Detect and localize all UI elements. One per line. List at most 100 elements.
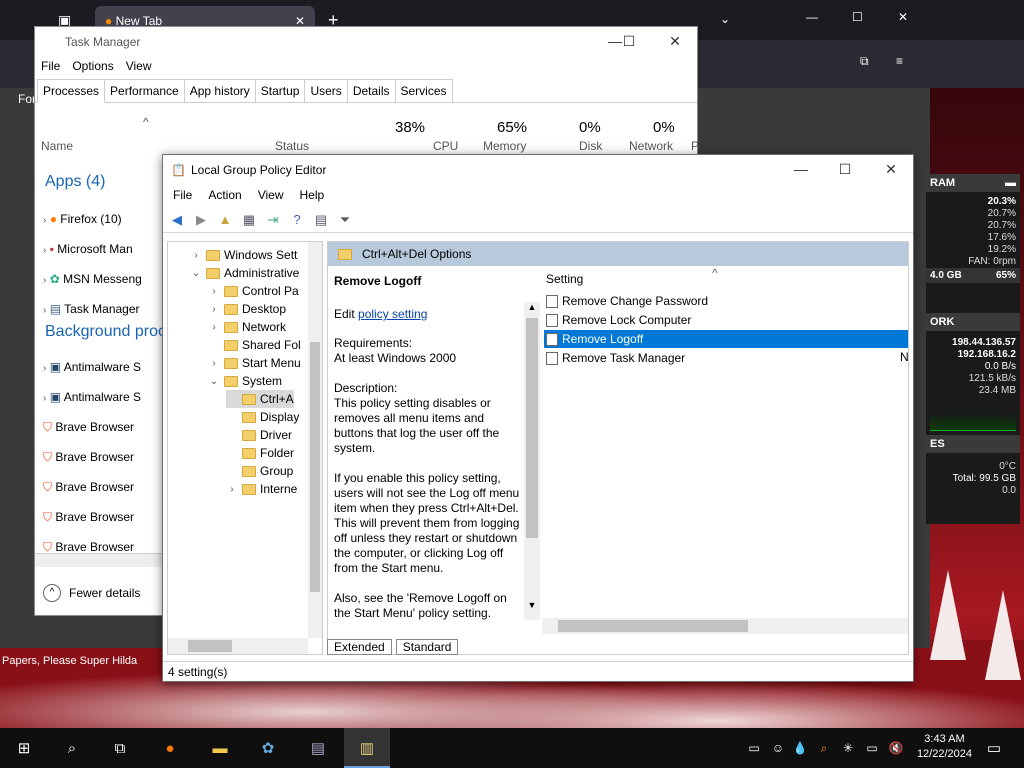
menu-icon[interactable]: ≡ [896,54,903,68]
tray-monitor-icon[interactable]: ▭ [742,736,766,760]
horizontal-scrollbar[interactable] [35,553,163,567]
expand-chevron-icon[interactable]: › [190,250,202,261]
expand-chevron-icon[interactable]: ⌄ [208,376,220,387]
tree-node[interactable]: Group [226,462,293,480]
tree-node[interactable]: ⌄ System [208,372,282,390]
menu-view[interactable]: View [258,188,284,204]
chevron-up-icon[interactable]: ▬ [1005,177,1016,189]
search-icon[interactable]: ⌕ [60,736,84,760]
setting-row[interactable]: Remove Logoff [544,330,908,348]
col-status[interactable]: Status [275,139,309,153]
scrollbar-thumb[interactable] [310,342,320,592]
minimize-icon[interactable]: — [781,161,821,177]
network-icon[interactable]: ▭ [860,736,884,760]
list-item[interactable]: › ▣ Antimalware S [43,353,141,383]
tree-node[interactable]: › Windows Sett [190,246,297,264]
close-icon[interactable]: ✕ [871,161,911,178]
menu-view[interactable]: View [126,59,152,77]
chevron-up-icon[interactable]: ▲ [524,302,540,312]
tray-star-icon[interactable]: ✳ [836,736,860,760]
scrollbar-thumb[interactable] [188,640,232,652]
col-disk[interactable]: Disk [579,139,602,153]
tree-node[interactable]: Display [226,408,299,426]
tree-node[interactable]: Driver [226,426,292,444]
tab-standard[interactable]: Standard [395,639,459,655]
tab-app-history[interactable]: App history [183,79,256,102]
chevron-down-icon[interactable]: ▼ [524,600,540,610]
expand-chevron-icon[interactable]: › [208,322,220,333]
tab-users[interactable]: Users [304,79,348,102]
col-network[interactable]: Network [629,139,673,153]
tab-processes[interactable]: Processes [37,79,106,103]
maximize-icon[interactable]: ☐ [825,161,865,178]
clock[interactable]: 3:43 AM 12/22/2024 [917,732,972,762]
tray-people-icon[interactable]: ☺ [766,736,790,760]
expand-chevron-icon[interactable]: ⌄ [190,268,202,279]
expand-chevron-icon[interactable]: › [208,304,220,315]
col-power[interactable]: P [691,139,699,153]
volume-muted-icon[interactable]: 🔇 [884,736,908,760]
show-hide-tree-icon[interactable]: ▦ [239,210,259,230]
col-cpu[interactable]: CPU [433,139,458,153]
minimize-icon[interactable]: — [806,10,818,24]
list-item[interactable]: › ▪ Microsoft Man [43,235,142,265]
maximize-icon[interactable]: ☐ [609,33,649,50]
list-item[interactable]: › ● Firefox (10) [43,205,142,235]
tree-node[interactable]: ⌄ Administrative [190,264,300,282]
filter-icon[interactable]: ⏷ [335,210,355,230]
tree-node[interactable]: › Interne [226,480,297,498]
back-icon[interactable]: ◀ [167,210,187,230]
menu-file[interactable]: File [173,188,192,204]
horizontal-scrollbar[interactable] [168,638,308,654]
vertical-scrollbar[interactable] [308,242,322,638]
col-name[interactable]: Name [41,139,73,153]
setting-row[interactable]: Remove Task Manager [544,349,908,367]
extensions-icon[interactable]: ⧉ [860,54,869,69]
tray-drop-icon[interactable]: 💧 [788,736,812,760]
close-icon[interactable]: ✕ [898,10,908,24]
notification-icon[interactable]: ▭ [982,736,1006,760]
close-icon[interactable]: ✕ [655,33,695,50]
tab-performance[interactable]: Performance [104,79,185,102]
start-button-icon[interactable]: ⊞ [12,736,36,760]
help-icon[interactable]: ? [287,210,307,230]
tray-search-icon[interactable]: ⌕ [812,736,836,760]
tab-details[interactable]: Details [346,79,396,102]
scrollbar-thumb[interactable] [558,620,748,632]
tree-node[interactable]: › Start Menu [208,354,300,372]
setting-row[interactable]: Remove Change Password [544,292,908,310]
scrollbar-thumb[interactable] [526,318,538,538]
sort-chevron-icon[interactable]: ^ [143,115,149,129]
forward-icon[interactable]: ▶ [191,210,211,230]
setting-row[interactable]: Remove Lock Computer [544,311,908,329]
fewer-details-button[interactable]: ^ Fewer details [43,584,140,602]
list-item[interactable]: › ▤ Task Manager [43,295,142,325]
tree-node[interactable]: Shared Fol [208,336,301,354]
tree-node[interactable]: › Desktop [208,300,286,318]
msn-icon[interactable]: ✿ [256,736,280,760]
menu-action[interactable]: Action [208,188,241,204]
export-list-icon[interactable]: ⇥ [263,210,283,230]
up-folder-icon[interactable]: ▲ [215,210,235,230]
list-item[interactable]: ⛉ Brave Browser [43,413,141,443]
menu-help[interactable]: Help [300,188,325,204]
task-manager-icon[interactable]: ▤ [306,736,330,760]
list-item[interactable]: ⛉ Brave Browser [43,473,141,503]
menu-options[interactable]: Options [72,59,113,77]
tab-services[interactable]: Services [394,79,453,102]
tree-node[interactable]: › Network [208,318,286,336]
tab-startup[interactable]: Startup [254,79,306,102]
list-item[interactable]: › ▣ Antimalware S [43,383,141,413]
tree-node[interactable]: Ctrl+A [226,390,294,408]
list-item[interactable]: ⛉ Brave Browser [43,503,141,533]
tree-node[interactable]: Folder [226,444,294,462]
expand-chevron-icon[interactable]: › [226,484,238,495]
firefox-icon[interactable]: ● [158,736,182,760]
properties-icon[interactable]: ▤ [311,210,331,230]
desktop-shortcut-labels[interactable]: Papers, Please Super Hilda [2,655,137,667]
tab-extended[interactable]: Extended [327,639,392,655]
expand-chevron-icon[interactable]: › [208,358,220,369]
list-item[interactable]: › ✿ MSN Messeng [43,265,142,295]
tree-node[interactable]: › Control Pa [208,282,298,300]
list-item[interactable]: ⛉ Brave Browser [43,443,141,473]
